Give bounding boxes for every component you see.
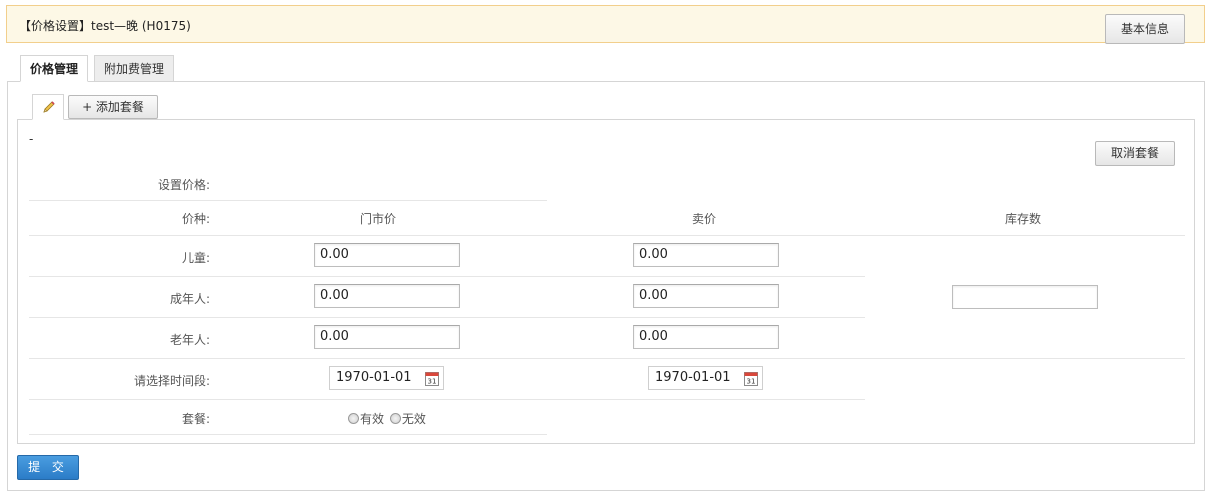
stock-header: 库存数 bbox=[1004, 212, 1041, 226]
package-form: - 取消套餐 设置价格: 价种: 门市价 卖价 库存数 儿童: 0.00 0.0… bbox=[17, 119, 1195, 444]
radio-invalid[interactable] bbox=[389, 413, 401, 424]
row-label-child: 儿童: bbox=[181, 251, 210, 265]
package-name: - bbox=[29, 132, 34, 146]
row-label-adult: 成年人: bbox=[169, 292, 210, 306]
status-label: 套餐: bbox=[181, 412, 210, 426]
tab-surcharge-management[interactable]: 附加费管理 bbox=[94, 55, 175, 82]
header-bar: 【价格设置】test—晚 (H0175) 基本信息 bbox=[6, 5, 1205, 44]
svg-text:31: 31 bbox=[428, 378, 437, 386]
child-sale-price-input[interactable]: 0.00 bbox=[633, 243, 779, 267]
divider bbox=[29, 399, 865, 400]
radio-valid-label: 有效 bbox=[360, 412, 385, 426]
price-management-panel: + 添加套餐 - 取消套餐 设置价格: 价种: 门市价 卖价 库存数 儿童: 0… bbox=[7, 81, 1205, 491]
divider bbox=[29, 200, 547, 201]
divider bbox=[29, 434, 547, 435]
stock-input[interactable] bbox=[952, 285, 1098, 309]
divider bbox=[29, 317, 865, 318]
page-title: 【价格设置】test—晚 (H0175) bbox=[19, 19, 191, 33]
add-package-button[interactable]: + 添加套餐 bbox=[68, 95, 158, 119]
end-date-input[interactable]: 1970-01-01 31 bbox=[648, 366, 763, 390]
start-date-input[interactable]: 1970-01-01 31 bbox=[329, 366, 444, 390]
divider bbox=[29, 358, 1185, 359]
child-market-price-input[interactable]: 0.00 bbox=[314, 243, 460, 267]
status-radio-group: 有效 无效 bbox=[348, 410, 428, 427]
svg-text:31: 31 bbox=[747, 378, 756, 386]
radio-invalid-label: 无效 bbox=[401, 412, 426, 426]
tab-price-management[interactable]: 价格管理 bbox=[20, 55, 89, 82]
start-date-value: 1970-01-01 bbox=[336, 370, 412, 385]
adult-market-price-input[interactable]: 0.00 bbox=[314, 284, 460, 308]
end-date-value: 1970-01-01 bbox=[655, 370, 731, 385]
pencil-icon bbox=[43, 101, 55, 113]
price-type-label: 价种: bbox=[181, 212, 210, 226]
edit-package-tab[interactable] bbox=[32, 94, 64, 120]
sale-price-header: 卖价 bbox=[691, 212, 716, 226]
calendar-icon[interactable]: 31 bbox=[425, 371, 439, 386]
senior-market-price-input[interactable]: 0.00 bbox=[314, 325, 460, 349]
market-price-header: 门市价 bbox=[359, 212, 396, 226]
divider bbox=[29, 276, 865, 277]
submit-button[interactable]: 提 交 bbox=[17, 455, 79, 480]
set-price-label: 设置价格: bbox=[157, 178, 210, 192]
divider bbox=[29, 235, 1185, 236]
calendar-icon[interactable]: 31 bbox=[744, 371, 758, 386]
cancel-package-button[interactable]: 取消套餐 bbox=[1095, 141, 1175, 166]
radio-valid[interactable] bbox=[348, 413, 359, 424]
period-label: 请选择时间段: bbox=[133, 374, 210, 388]
senior-sale-price-input[interactable]: 0.00 bbox=[633, 325, 779, 349]
row-label-senior: 老年人: bbox=[169, 333, 210, 347]
adult-sale-price-input[interactable]: 0.00 bbox=[633, 284, 779, 308]
basic-info-button[interactable]: 基本信息 bbox=[1105, 14, 1185, 44]
